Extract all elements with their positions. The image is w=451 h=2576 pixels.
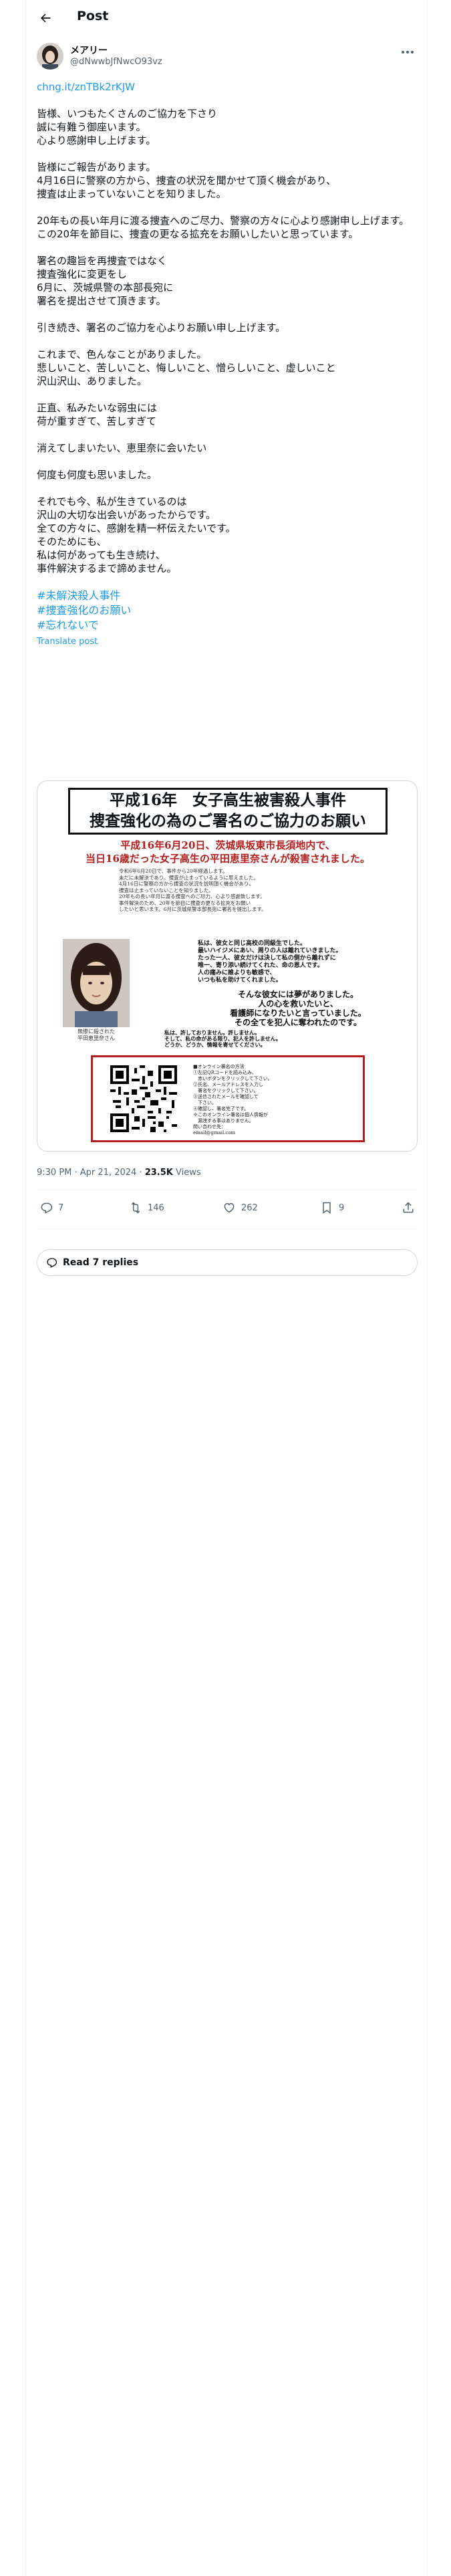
- poster-intro: 令和6年6月20日で、事件から20年経過します。 未だに未解決であり、捜査が止ま…: [119, 868, 267, 912]
- poster-story: 私は、彼女と同じ高校の同級生でした。 最いハイジメにあい、周りの人は離れていきま…: [198, 940, 342, 984]
- hashtag-list: #未解決殺人事件 #捜査強化のお願い #忘れないで: [37, 588, 418, 633]
- post-paragraph: それでも今、私が生きているのは 沢山の大切な出会いがあったからです。 全ての方々…: [37, 496, 236, 574]
- page-title: Post: [77, 9, 109, 23]
- post-meta: 9:30 PM · Apr 21, 2024 · 23.5K Views: [37, 1168, 201, 1178]
- back-button[interactable]: [35, 8, 55, 28]
- reply-button[interactable]: 7: [39, 1201, 63, 1214]
- back-arrow-icon: [41, 13, 51, 23]
- more-icon: [402, 51, 414, 53]
- post-paragraph: 正直、私みたいな弱虫には 荷が重すぎて、苦しすぎて: [37, 402, 158, 427]
- post-paragraph: 消えてしまいたい、恵里奈に会いたい: [37, 442, 207, 454]
- bookmark-button[interactable]: 9: [320, 1201, 344, 1214]
- share-button[interactable]: [402, 1201, 420, 1214]
- poster-subtitle: 平成16年6月20日、茨城県坂東市長須地内で、 当日16歳だった女子高生の平田恵…: [86, 839, 370, 865]
- poster-emphasis: そんな彼女には夢がありました。 人の心を救いたいと、 看護師になりたいと言ってい…: [230, 990, 366, 1027]
- bookmark-count: 9: [339, 1202, 345, 1213]
- signature-instructions-box: ■オンライン署名の方法 ①左記QRコードを読み込み、 赤いボタンをクリックして下…: [91, 1055, 365, 1142]
- post-timestamp[interactable]: 9:30 PM · Apr 21, 2024 ·: [37, 1168, 145, 1178]
- post-column: Post メアリー @dNwwbJfNwcO93vz chng.it/znTBk…: [25, 0, 428, 2576]
- more-options-button[interactable]: [398, 44, 418, 60]
- share-icon: [403, 1202, 414, 1213]
- translate-post-link[interactable]: Translate post: [37, 635, 418, 649]
- post-paragraph: 20年もの長い年月に渡る捜査へのご尽力、警察の方々に心より感謝申し上げます。 こ…: [37, 215, 410, 240]
- author-name[interactable]: メアリー: [70, 43, 108, 57]
- views-count: 23.5K: [144, 1168, 173, 1178]
- qr-code[interactable]: [110, 1065, 177, 1132]
- signature-instructions: ■オンライン署名の方法 ①左記QRコードを読み込み、 赤いボタンをクリックして下…: [193, 1064, 273, 1136]
- victim-photo: [63, 939, 130, 1027]
- post-paragraph: 署名の趣旨を再捜査ではなく 捜査強化に変更をし 6月に、茨城県警の本部長宛に 署…: [37, 255, 174, 307]
- hashtag[interactable]: #捜査強化のお願い: [37, 603, 418, 618]
- post-image[interactable]: 平成16年 女子高生被害殺人事件 捜査強化の為のご署名のご協力のお願い 平成16…: [37, 780, 418, 1152]
- post-paragraph: 引き続き、署名のご協力を心よりお願い申し上げます。: [37, 322, 286, 334]
- avatar[interactable]: [37, 43, 63, 70]
- post-paragraph: 皆様にご報告があります。 4月16日に警察の方から、捜査の状況を聞かせて頂く機会…: [37, 161, 337, 200]
- like-count: 262: [241, 1202, 258, 1213]
- hashtag[interactable]: #忘れないで: [37, 618, 418, 633]
- views-label: Views: [172, 1168, 201, 1178]
- petition-link[interactable]: chng.it/znTBk2rKJW: [37, 80, 418, 94]
- post-paragraph: 皆様、いつもたくさんのご協力を下さり 誠に有難う御座います。 心より感謝申し上げ…: [37, 108, 218, 146]
- chat-bubble-icon: [47, 1258, 57, 1268]
- repost-icon: [131, 1202, 140, 1214]
- hashtag[interactable]: #未解決殺人事件: [37, 588, 418, 603]
- divider: [37, 1229, 418, 1230]
- poster-title: 平成16年 女子高生被害殺人事件 捜査強化の為のご署名のご協力のお願い: [68, 788, 388, 835]
- photo-caption: 無惨に殺された 平田恵里奈さん: [78, 1029, 115, 1041]
- author-handle[interactable]: @dNwwbJfNwcO93vz: [70, 57, 162, 67]
- like-button[interactable]: 262: [222, 1201, 258, 1214]
- reply-icon: [41, 1202, 53, 1214]
- post-body: chng.it/znTBk2rKJW 皆様、いつもたくさんのご協力を下さり 誠に…: [37, 80, 418, 649]
- reply-count: 7: [58, 1202, 64, 1213]
- poster-plea: 私は、許しておりません。許しません。 そして、私の命がある限り、犯人を許しません…: [164, 1029, 281, 1048]
- repost-count: 146: [148, 1202, 164, 1213]
- top-bar: Post: [26, 0, 428, 35]
- author-row: メアリー @dNwwbJfNwcO93vz: [37, 43, 418, 72]
- bookmark-icon: [323, 1202, 331, 1214]
- post-paragraph: 何度も何度も思いました。: [37, 469, 158, 481]
- post-paragraph: これまで、色んなことがありました。 悲しいこと、苦しいこと、悔しいこと、憎らしい…: [37, 348, 336, 387]
- action-bar: 7 146 262 9: [37, 1197, 418, 1224]
- heart-icon: [224, 1202, 235, 1213]
- read-replies-button[interactable]: Read 7 replies: [37, 1249, 418, 1276]
- repost-button[interactable]: 146: [129, 1201, 164, 1214]
- read-replies-label: Read 7 replies: [63, 1257, 139, 1268]
